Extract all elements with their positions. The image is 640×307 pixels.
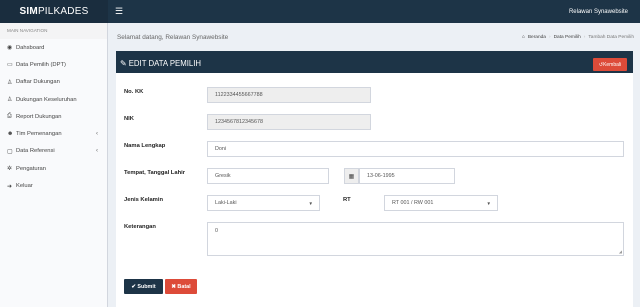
tempat-lahir-field[interactable]: Gresik [207, 168, 329, 184]
user-menu[interactable]: Relawan Synawebsite [569, 9, 628, 15]
box-header: ✎ EDIT DATA PEMILIH [116, 53, 633, 73]
keterangan-textarea[interactable]: 0 ◢ [207, 222, 624, 256]
sidebar-item-keluar[interactable]: ➜ Keluar [0, 177, 107, 194]
submit-button[interactable]: ✔ Submit [124, 279, 163, 294]
sidebar-item-data-pemilih-dpt[interactable]: ▭ Data Pemilih (DPT) [0, 56, 107, 73]
sidebar-item-report-dukungan[interactable]: ⎙ Report Dukungan [0, 108, 107, 125]
calendar-icon[interactable]: ▦ [344, 168, 359, 184]
tanggal-lahir-field[interactable]: 13-06-1995 [359, 168, 455, 184]
sidebar-heading: MAIN NAVIGATION [0, 23, 107, 39]
chevron-left-icon: ‹ [96, 131, 98, 138]
nama-field[interactable]: Doni [207, 141, 624, 157]
sidebar-toggle-icon[interactable]: ☰ [115, 6, 123, 17]
chevron-left-icon: ‹ [96, 148, 98, 155]
dashboard-icon: ◉ [7, 45, 13, 52]
sidebar-item-label: Pengaturan [16, 165, 46, 172]
ttl-label: Tempat, Tanggal Lahir [124, 170, 185, 176]
thumbs-up-icon: ♙ [7, 97, 13, 104]
main-content: Selamat datang, Relawan Synawebsite ⌂ Be… [108, 23, 640, 307]
sidebar-item-dahsboard[interactable]: ◉ Dahsboard [0, 39, 107, 56]
sidebar-item-label: Tim Pemenangan [16, 131, 62, 138]
home-icon: ⌂ [521, 35, 525, 40]
close-icon: ✖ [171, 283, 176, 290]
sidebar-item-dukungan-keseluruhan[interactable]: ♙ Dukungan Keseluruhan [0, 91, 107, 108]
chevron-down-icon: ▼ [486, 200, 491, 206]
chevron-down-icon: ▼ [308, 200, 313, 206]
jenis-kelamin-select[interactable]: Laki-Laki ▼ [207, 195, 320, 211]
breadcrumb: ⌂ Beranda › Data Pemilih › Tambah Data P… [521, 35, 634, 40]
jenis-kelamin-label: Jenis Kelamin [124, 197, 163, 203]
app-logo[interactable]: SIM PILKADES [0, 0, 108, 23]
edit-icon: ✎ [120, 58, 127, 68]
rt-label: RT [343, 197, 351, 203]
sign-out-icon: ➜ [7, 183, 13, 190]
sidebar-item-daftar-dukungan[interactable]: ♙ Daftar Dukungan [0, 74, 107, 91]
sidebar-item-tim-pemenangan[interactable]: ☻ Tim Pemenangan ‹ [0, 125, 107, 142]
edit-form-box: ✎ EDIT DATA PEMILIH ↺ Kembali No. KK 1122… [116, 51, 633, 307]
sidebar-item-label: Daftar Dukungan [16, 79, 60, 86]
top-navbar: SIM PILKADES ☰ Relawan Synawebsite [0, 0, 640, 23]
nama-label: Nama Lengkap [124, 143, 166, 149]
sidebar-item-label: Data Referensi [16, 148, 55, 155]
sidebar: MAIN NAVIGATION ◉ Dahsboard ▭ Data Pemilih … [0, 23, 108, 307]
print-icon: ⎙ [7, 113, 12, 120]
file-icon: ▭ [7, 62, 13, 69]
keterangan-label: Keterangan [124, 224, 156, 230]
no-kk-field[interactable]: 1122334455667788 [207, 87, 371, 103]
resize-handle-icon[interactable]: ◢ [619, 249, 622, 254]
sidebar-item-label: Dahsboard [16, 44, 45, 51]
sidebar-item-pengaturan[interactable]: ✲ Pengaturan [0, 160, 107, 177]
box-title: EDIT DATA PEMILIH [128, 58, 202, 68]
nik-label: NIK [124, 116, 134, 122]
breadcrumb-current: Tambah Data Pemilih [588, 35, 634, 40]
sidebar-item-label: Report Dukungan [16, 113, 62, 120]
no-kk-label: No. KK [124, 89, 144, 95]
gear-icon: ✲ [7, 166, 13, 173]
check-icon: ✔ [131, 283, 136, 290]
sidebar-item-data-referensi[interactable]: ▢ Data Referensi ‹ [0, 143, 107, 160]
batal-button[interactable]: ✖ Batal [165, 279, 197, 294]
breadcrumb-home[interactable]: Beranda [528, 35, 546, 40]
sidebar-item-label: Dukungan Keseluruhan [16, 96, 77, 103]
breadcrumb-data-pemilih[interactable]: Data Pemilih [554, 35, 581, 40]
greeting-text: Selamat datang, Relawan Synawebsite [117, 34, 229, 41]
folder-icon: ▢ [7, 148, 13, 155]
thumbs-up-icon: ♙ [7, 79, 13, 86]
sidebar-item-label: Data Pemilih (DPT) [16, 61, 66, 68]
users-icon: ☻ [7, 131, 14, 138]
rt-select[interactable]: RT 001 / RW 001 ▼ [384, 195, 498, 211]
nik-field[interactable]: 1234567812345678 [207, 114, 371, 130]
back-button[interactable]: ↺ Kembali [593, 58, 627, 71]
sidebar-item-label: Keluar [16, 183, 33, 190]
